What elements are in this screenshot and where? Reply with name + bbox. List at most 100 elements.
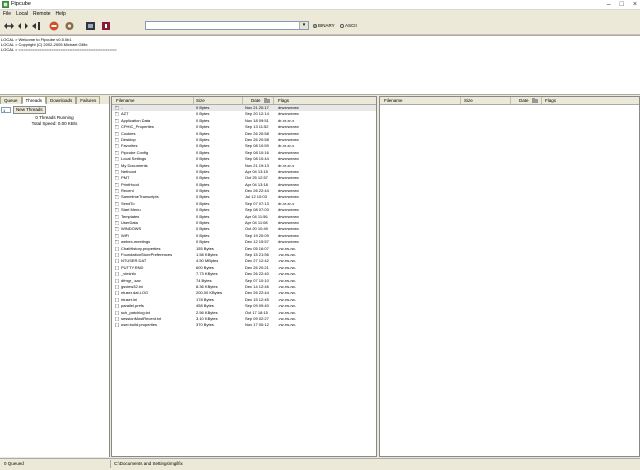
folder-icon [115,119,119,123]
tab-threads[interactable]: Threads [21,96,47,104]
folder-icon [115,227,119,232]
file-icon [115,297,119,302]
menu-bar: File Local Remote Help [0,10,640,18]
file-icon [115,259,119,264]
folder-icon [115,189,119,194]
folder-icon [115,208,119,213]
stop-button[interactable] [49,20,59,32]
disconnect-icon [18,23,28,29]
log-line: LOCAL > ================================… [1,47,117,52]
folder-icon [115,157,119,162]
folder-icon [115,150,119,155]
new-threads-button[interactable]: New Threads [13,106,46,114]
exit-button[interactable] [101,20,111,32]
options-button[interactable] [64,20,75,32]
folder-icon [115,125,119,130]
window-title: Ftpcube [11,1,31,7]
file-icon [115,304,119,309]
file-name: user.build.properties [121,322,158,328]
folder-up-icon[interactable] [264,98,270,103]
tab-downloads[interactable]: Downloads [46,96,77,104]
abort-icon [32,22,40,30]
file-icon [115,284,119,289]
stop-icon [49,21,59,31]
folder-icon [115,240,119,245]
menu-local[interactable]: Local [16,10,28,18]
file-icon [115,310,119,315]
local-file-pane[interactable]: Filename Size Date Flags .. 0 Bytes Nov 21… [111,96,377,457]
close-button[interactable]: × [633,0,637,9]
tab-queue[interactable]: Queue [0,96,22,104]
menu-help[interactable]: Help [56,10,66,18]
file-icon [115,246,119,251]
maximize-button[interactable]: □ [620,0,624,9]
folder-icon [115,202,119,206]
remote-column-size[interactable]: Size [464,98,473,103]
abort-button[interactable] [31,20,43,32]
file-icon [115,252,119,257]
local-file-header: Filename Size Date Flags [112,97,376,105]
local-column-date[interactable]: Date [251,98,261,103]
folder-icon [115,163,119,168]
remote-column-flags[interactable]: Flags [545,98,556,103]
local-file-list: .. 0 Bytes Nov 21 20:17 drwxrwxrwx AZT 0 Byte… [112,105,376,329]
remote-file-pane[interactable]: Filename Size Date Flags [379,96,640,457]
remote-column-filename[interactable]: Filename [384,98,403,103]
host-combo-box[interactable]: ▾ [145,21,309,30]
status-bar: 0 Queued C:\Documents and Settings\mgilf… [0,458,640,470]
binary-label: BINARY [318,23,335,28]
folder-icon [115,176,119,181]
file-icon [115,323,119,328]
folder-icon [115,195,119,200]
local-column-filename[interactable]: Filename [116,98,135,103]
remote-column-date[interactable]: Date [519,98,529,103]
radio-selected-icon [313,23,317,28]
thread-count-spinner[interactable]: 1 [1,107,11,113]
bookmarks-button[interactable] [85,20,96,32]
local-column-size[interactable]: Size [196,98,205,103]
menu-file[interactable]: File [3,10,11,18]
file-icon [115,316,119,321]
remote-file-header: Filename Size Date Flags [380,97,639,105]
folder-icon [115,112,119,117]
total-speed-text: Total Speed: 0.00 KB/s [31,121,78,126]
minimize-button[interactable]: – [607,0,611,9]
thread-info: 0 Threads Running Total Speed: 0.00 KB/s [0,115,109,127]
folder-icon [115,221,119,226]
folder-icon [115,214,119,219]
file-icon [115,291,119,296]
file-flags: -rw-rw-rw- [278,322,296,328]
file-icon [115,272,119,277]
disconnect-button[interactable] [17,20,29,32]
queue-status: 0 Queued [4,461,24,466]
app-icon [2,1,9,8]
menu-remote[interactable]: Remote [33,10,51,18]
binary-radio[interactable]: BINARY [313,23,335,28]
folder-icon [115,170,119,174]
file-icon [115,278,119,283]
bookmarks-icon [86,22,95,30]
new-threads-label: New Threads [16,107,43,112]
tab-bar: Queue Threads Downloads Failures [0,96,109,104]
file-icon [115,265,119,270]
folder-icon [115,144,119,149]
folder-up-icon[interactable] [532,98,538,103]
folder-icon [115,106,119,110]
local-column-flags[interactable]: Flags [278,98,289,103]
radio-unselected-icon [340,23,344,28]
folder-icon [115,234,119,238]
ascii-radio[interactable]: ASCII [340,23,357,28]
folder-icon [115,138,119,142]
ascii-label: ASCII [345,23,357,28]
file-row[interactable]: user.build.properties 370 Bytes Nov 17 00:… [112,322,376,328]
exit-icon [102,22,110,30]
options-icon [65,22,74,30]
tab-failures[interactable]: Failures [76,96,101,104]
chevron-down-icon[interactable]: ▾ [299,22,308,29]
file-size: 370 Bytes [196,322,214,328]
title-bar: Ftpcube – □ × [0,0,640,10]
connect-icon [4,23,14,29]
connect-button[interactable] [3,20,15,32]
current-path: C:\Documents and Settings\mgilfix [114,461,183,466]
log-area[interactable]: LOCAL > Welcome to Ftpcube v0.5.0b1 LOCA… [0,35,640,95]
